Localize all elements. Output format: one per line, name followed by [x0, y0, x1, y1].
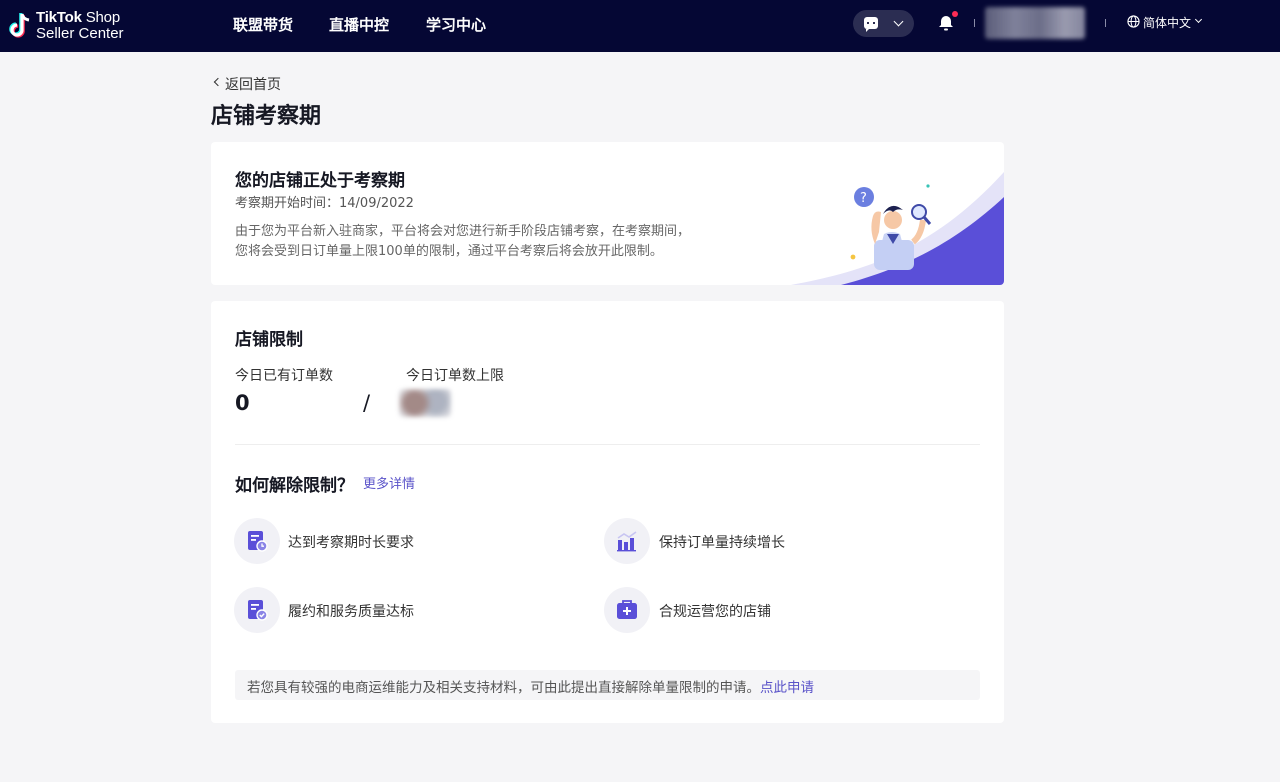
page-title: 店铺考察期	[211, 104, 322, 129]
nav-live-control[interactable]: 直播中控	[329, 14, 389, 35]
shop-limits-title: 店铺限制	[235, 330, 303, 350]
logo-line2: Seller Center	[36, 25, 124, 42]
document-check-icon	[234, 587, 280, 633]
shop-plus-icon	[604, 587, 650, 633]
top-navigation-bar: TikTok Shop Seller Center 联盟带货 直播中控 学习中心…	[0, 0, 1280, 52]
tiktok-shop-logo[interactable]: TikTok Shop Seller Center	[6, 8, 136, 44]
requirement-duration: 达到考察期时长要求	[288, 535, 414, 551]
divider	[1105, 19, 1106, 27]
observation-description: 由于您为平台新入驻商家，平台将会对您进行新手阶段店铺考察，在考察期间， 您将会受…	[235, 224, 691, 259]
svg-text:?: ?	[860, 191, 867, 206]
logo-line1: TikTok Shop	[36, 9, 120, 26]
bell-icon[interactable]	[937, 14, 955, 32]
document-clock-icon	[234, 518, 280, 564]
orders-today-value: 0	[235, 391, 250, 415]
language-label: 简体中文	[1143, 16, 1192, 30]
chevron-down-icon	[1194, 15, 1203, 24]
notification-dot	[952, 11, 958, 17]
shop-limits-card: 店铺限制 今日已有订单数 今日订单数上限 0 / 如何解除限制？ 更多详情 达到…	[211, 301, 1004, 723]
orders-today-label: 今日已有订单数	[235, 368, 333, 384]
requirement-service-quality: 履约和服务质量达标	[288, 604, 414, 620]
person-magnifier-illustration: ?	[791, 172, 1004, 285]
nav-learning-center[interactable]: 学习中心	[426, 14, 486, 35]
nav-affiliate[interactable]: 联盟带货	[233, 14, 293, 35]
divider	[235, 444, 980, 445]
globe-icon	[1127, 15, 1140, 28]
observation-start-date: 考察期开始时间：14/09/2022	[235, 196, 414, 211]
observation-title: 您的店铺正处于考察期	[235, 171, 405, 191]
chat-dropdown-button[interactable]	[853, 10, 914, 37]
how-to-remove-title: 如何解除限制？	[235, 476, 354, 496]
daily-limit-value-blurred	[399, 389, 451, 417]
bar-chart-icon	[604, 518, 650, 564]
daily-limit-label: 今日订单数上限	[406, 368, 504, 384]
chevron-left-icon	[213, 77, 223, 87]
slash-separator: /	[363, 391, 371, 415]
apply-note-text: 若您具有较强的电商运维能力及相关支持材料，可由此提出直接解除单量限制的申请。	[247, 680, 760, 696]
more-details-link[interactable]: 更多详情	[363, 473, 415, 492]
account-info-blurred[interactable]	[985, 7, 1085, 39]
chevron-down-icon	[893, 16, 904, 27]
divider	[974, 19, 975, 27]
apply-note-box: 若您具有较强的电商运维能力及相关支持材料，可由此提出直接解除单量限制的申请。点此…	[235, 670, 980, 700]
requirement-order-growth: 保持订单量持续增长	[659, 535, 785, 551]
requirement-compliance: 合规运营您的店铺	[659, 604, 771, 620]
tiktok-logo-icon	[9, 13, 30, 38]
observation-period-card: 您的店铺正处于考察期 考察期开始时间：14/09/2022 由于您为平台新入驻商…	[211, 142, 1004, 285]
apply-here-link[interactable]: 点此申请	[760, 680, 814, 696]
